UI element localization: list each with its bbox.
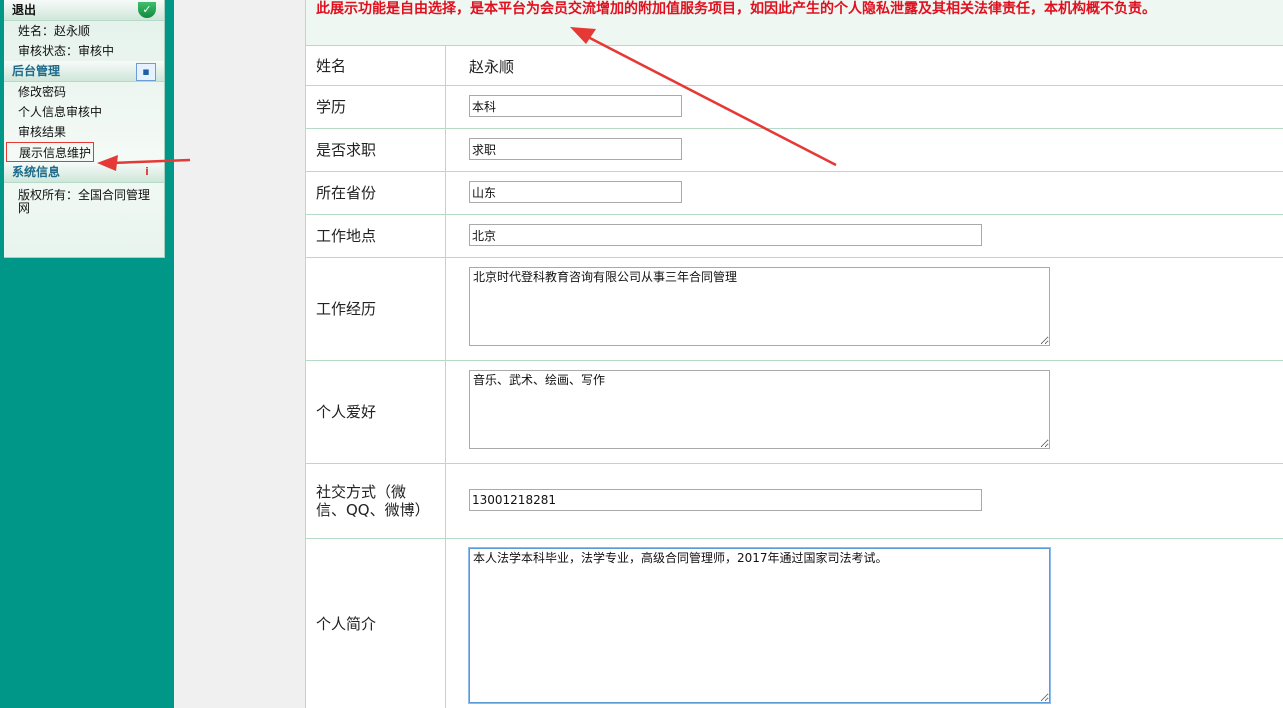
row-province: 所在省份: [306, 172, 1283, 215]
gutter: [174, 0, 305, 708]
sidebar-item-personal-info-review[interactable]: 个人信息审核中: [4, 102, 164, 122]
job-seeking-label: 是否求职: [306, 129, 446, 171]
social-contact-label: 社交方式（微信、QQ、微博）: [306, 464, 446, 538]
work-experience-label: 工作经历: [306, 258, 446, 360]
row-social-contact: 社交方式（微信、QQ、微博）: [306, 464, 1283, 539]
row-personal-intro: 个人简介 本人法学本科毕业，法学专业，高级合同管理师，2017年通过国家司法考试…: [306, 539, 1283, 708]
logout-link[interactable]: 退出: [12, 3, 36, 17]
shield-icon: ✓: [138, 2, 156, 18]
sidebar-section-logout[interactable]: 退出 ✓: [4, 0, 164, 21]
section-title-admin: 后台管理: [12, 64, 61, 78]
job-seeking-input[interactable]: [469, 138, 682, 160]
main-form: 此展示功能是自由选择，是本平台为会员交流增加的附加值服务项目，如因此产生的个人隐…: [305, 0, 1283, 708]
work-location-label: 工作地点: [306, 215, 446, 257]
copyright-text: 版权所有：全国合同管理网: [18, 188, 151, 215]
sidebar-item-display-info-maintenance[interactable]: 展示信息维护: [6, 142, 94, 162]
sidebar-section-system: 系统信息 i: [4, 162, 164, 183]
section-title-system: 系统信息: [12, 165, 61, 179]
education-input[interactable]: [469, 95, 682, 117]
hobbies-textarea[interactable]: 音乐、武术、绘画、写作: [469, 370, 1050, 449]
personal-intro-label: 个人简介: [306, 539, 446, 708]
sidebar-item-review-result[interactable]: 审核结果: [4, 122, 164, 142]
row-hobbies: 个人爱好 音乐、武术、绘画、写作: [306, 361, 1283, 464]
privacy-notice: 此展示功能是自由选择，是本平台为会员交流增加的附加值服务项目，如因此产生的个人隐…: [306, 0, 1283, 46]
sidebar-item-change-password[interactable]: 修改密码: [4, 82, 164, 102]
education-label: 学历: [306, 86, 446, 128]
work-location-input[interactable]: [469, 224, 982, 246]
row-name: 姓名 赵永顺: [306, 46, 1283, 86]
row-work-experience: 工作经历 北京时代登科教育咨询有限公司从事三年合同管理: [306, 258, 1283, 361]
hobbies-label: 个人爱好: [306, 361, 446, 463]
info-icon: i: [145, 165, 149, 178]
province-label: 所在省份: [306, 172, 446, 214]
province-input[interactable]: [469, 181, 682, 203]
row-work-location: 工作地点: [306, 215, 1283, 258]
sidebar-section-admin: 后台管理 ▪: [4, 61, 164, 82]
work-experience-textarea[interactable]: 北京时代登科教育咨询有限公司从事三年合同管理: [469, 267, 1050, 346]
social-contact-input[interactable]: [469, 489, 982, 511]
sidebar: 退出 ✓ 姓名：赵永顺 审核状态：审核中 后台管理 ▪ 修改密码 个人信息审核中…: [4, 0, 165, 258]
name-label: 姓名: [306, 46, 446, 85]
row-education: 学历: [306, 86, 1283, 129]
name-value: 赵永顺: [469, 58, 515, 76]
user-name-label: 姓名：赵永顺: [18, 24, 91, 38]
audit-status-label: 审核状态：审核中: [18, 44, 115, 58]
person-card-icon: ▪: [136, 63, 156, 81]
row-job-seeking: 是否求职: [306, 129, 1283, 172]
personal-intro-textarea[interactable]: 本人法学本科毕业，法学专业，高级合同管理师，2017年通过国家司法考试。: [468, 547, 1051, 704]
